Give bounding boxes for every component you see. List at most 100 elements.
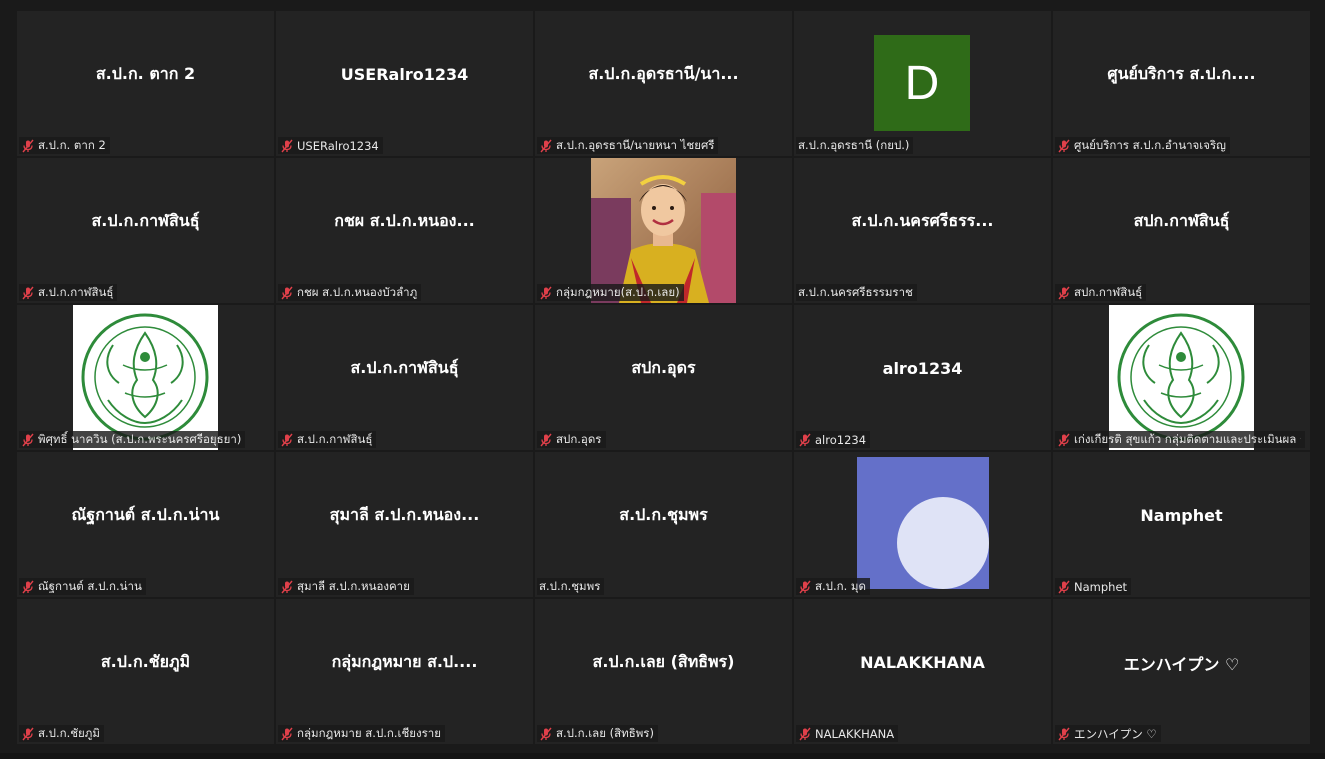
microphone-muted-icon [799, 727, 811, 740]
participant-name-text: สปก.กาฬสินธุ์ [1074, 284, 1143, 299]
participant-tile[interactable]: สุมาลี ส.ป.ก.หนอง... สุมาลี ส.ป.ก.หนองคาย [276, 452, 533, 597]
gallery-view: ส.ป.ก. ตาก 2 ส.ป.ก. ตาก 2 USERalro1234 USER… [0, 0, 1325, 759]
microphone-muted-icon [22, 727, 34, 740]
participant-name-label: ศูนย์บริการ ส.ป.ก.อำนาจเจริญ [1055, 137, 1230, 154]
participant-tile[interactable]: ส.ป.ก.เลย (สิทธิพร) ส.ป.ก.เลย (สิทธิพร) [535, 599, 792, 744]
participant-display-name: ศูนย์บริการ ส.ป.ก.... [1107, 64, 1256, 83]
participant-name-text: กลุ่มกฎหมาย(ส.ป.ก.เลย) [556, 284, 680, 299]
microphone-muted-icon [22, 286, 34, 299]
avatar: D [874, 35, 970, 131]
participant-display-name: กลุ่มกฎหมาย ส.ป.... [331, 652, 478, 671]
bottom-edge [0, 753, 1325, 759]
participant-name-label: Namphet [1055, 578, 1132, 595]
participant-name-text: USERalro1234 [297, 138, 379, 153]
microphone-muted-icon [22, 139, 34, 152]
participant-name-text: สุมาลี ส.ป.ก.หนองคาย [297, 578, 410, 593]
participant-name-label: NALAKKHANA [796, 725, 899, 742]
participant-name-label: ณัฐกานต์ ส.ป.ก.น่าน [19, 578, 146, 595]
participant-name-text: ส.ป.ก.อุดรธานี (กยป.) [798, 137, 910, 152]
participant-display-name: กชผ ส.ป.ก.หนอง... [334, 211, 475, 230]
profile-picture [857, 457, 989, 589]
participant-name-text: เก่งเกียรติ สุขแก้ว กลุ่มติดตามและประเมิ… [1074, 431, 1301, 446]
participant-display-name: ณัฐกานต์ ส.ป.ก.น่าน [71, 505, 220, 524]
microphone-muted-icon [1058, 286, 1070, 299]
participant-display-name: NALAKKHANA [860, 653, 985, 672]
participant-tile[interactable]: ส.ป.ก.ชัยภูมิ ส.ป.ก.ชัยภูมิ [17, 599, 274, 744]
participant-name-label: ส.ป.ก. มุด [796, 578, 870, 595]
participant-name-text: ณัฐกานต์ ส.ป.ก.น่าน [38, 578, 142, 593]
participant-name-text: กลุ่มกฎหมาย ส.ป.ก.เชียงราย [297, 725, 441, 740]
participant-tile[interactable]: D ส.ป.ก.อุดรธานี (กยป.) [794, 11, 1051, 156]
participant-tile[interactable]: USERalro1234 USERalro1234 [276, 11, 533, 156]
microphone-muted-icon [1058, 433, 1070, 446]
participant-tile[interactable]: เก่งเกียรติ สุขแก้ว กลุ่มติดตามและประเมิ… [1053, 305, 1310, 450]
profile-picture [591, 158, 736, 303]
participant-name-text: พิศุทธิ์ นาควิน (ส.ป.ก.พระนครศรีอยุธยา) [38, 431, 242, 446]
participant-display-name: Namphet [1140, 506, 1223, 525]
participant-name-label: エンハイプン ♡ [1055, 725, 1161, 742]
participant-name-text: ส.ป.ก. มุด [815, 578, 866, 593]
microphone-muted-icon [281, 727, 293, 740]
microphone-muted-icon [281, 286, 293, 299]
participant-name-text: alro1234 [815, 432, 867, 447]
participant-display-name: ส.ป.ก.อุดรธานี/นา... [588, 64, 739, 83]
microphone-muted-icon [281, 580, 293, 593]
participant-name-text: ส.ป.ก.อุดรธานี/นายหนา ไชยศรี [556, 137, 715, 152]
microphone-muted-icon [1058, 580, 1070, 593]
participant-tile[interactable]: ส.ป.ก.อุดรธานี/นา... ส.ป.ก.อุดรธานี/นายหน… [535, 11, 792, 156]
participant-name-label: ส.ป.ก.กาฬสินธุ์ [278, 431, 377, 448]
participant-display-name: สุมาลี ส.ป.ก.หนอง... [329, 505, 480, 524]
profile-picture-seal [73, 305, 218, 450]
participant-display-name: ส.ป.ก.กาฬสินธุ์ [350, 358, 459, 377]
participant-tile[interactable]: ส.ป.ก.นครศรีธรร... ส.ป.ก.นครศรีธรรมราช [794, 158, 1051, 303]
participant-name-label: สปก.กาฬสินธุ์ [1055, 284, 1147, 301]
participant-name-label: ส.ป.ก.กาฬสินธุ์ [19, 284, 118, 301]
participant-tile[interactable]: エンハイプン ♡ エンハイプン ♡ [1053, 599, 1310, 744]
participant-display-name: alro1234 [882, 359, 963, 378]
participant-name-label: กลุ่มกฎหมาย(ส.ป.ก.เลย) [537, 284, 684, 301]
participant-name-text: ส.ป.ก.กาฬสินธุ์ [38, 284, 114, 299]
participant-name-label: เก่งเกียรติ สุขแก้ว กลุ่มติดตามและประเมิ… [1055, 431, 1305, 448]
participant-name-text: สปก.อุดร [556, 431, 602, 446]
participant-name-text: ศูนย์บริการ ส.ป.ก.อำนาจเจริญ [1074, 137, 1226, 152]
participant-display-name: エンハイプン ♡ [1123, 654, 1240, 674]
participant-name-label: ส.ป.ก. ตาก 2 [19, 137, 110, 154]
participant-name-text: ส.ป.ก.กาฬสินธุ์ [297, 431, 373, 446]
microphone-muted-icon [540, 139, 552, 152]
participant-tile[interactable]: สปก.อุดร สปก.อุดร [535, 305, 792, 450]
participant-tile[interactable]: ส.ป.ก.กาฬสินธุ์ ส.ป.ก.กาฬสินธุ์ [276, 305, 533, 450]
participant-tile[interactable]: ส.ป.ก. มุด [794, 452, 1051, 597]
participant-name-text: กชผ ส.ป.ก.หนองบัวลำภู [297, 284, 418, 299]
participant-name-label: ส.ป.ก.อุดรธานี/นายหนา ไชยศรี [537, 137, 719, 154]
participant-name-label: ส.ป.ก.เลย (สิทธิพร) [537, 725, 658, 742]
participant-display-name: ส.ป.ก.ชุมพร [619, 505, 708, 524]
participant-tile[interactable]: ณัฐกานต์ ส.ป.ก.น่าน ณัฐกานต์ ส.ป.ก.น่าน [17, 452, 274, 597]
participant-tile[interactable]: alro1234 alro1234 [794, 305, 1051, 450]
participant-name-text: ส.ป.ก.ชัยภูมิ [38, 725, 100, 740]
participant-name-label: ส.ป.ก.อุดรธานี (กยป.) [796, 137, 914, 154]
microphone-muted-icon [281, 139, 293, 152]
participant-display-name: สปก.กาฬสินธุ์ [1133, 211, 1230, 230]
participant-tile[interactable]: สปก.กาฬสินธุ์ สปก.กาฬสินธุ์ [1053, 158, 1310, 303]
microphone-muted-icon [540, 433, 552, 446]
participant-tile[interactable]: กลุ่มกฎหมาย(ส.ป.ก.เลย) [535, 158, 792, 303]
participant-display-name: USERalro1234 [340, 65, 469, 84]
participant-tile[interactable]: กลุ่มกฎหมาย ส.ป.... กลุ่มกฎหมาย ส.ป.ก.เชี… [276, 599, 533, 744]
participant-name-text: ส.ป.ก.ชุมพร [539, 578, 601, 593]
participant-tile[interactable]: กชผ ส.ป.ก.หนอง... กชผ ส.ป.ก.หนองบัวลำภู [276, 158, 533, 303]
microphone-muted-icon [22, 433, 34, 446]
microphone-muted-icon [1058, 139, 1070, 152]
microphone-muted-icon [281, 433, 293, 446]
participant-tile[interactable]: NALAKKHANA NALAKKHANA [794, 599, 1051, 744]
participant-tile[interactable]: ส.ป.ก.กาฬสินธุ์ ส.ป.ก.กาฬสินธุ์ [17, 158, 274, 303]
participant-tile[interactable]: ส.ป.ก. ตาก 2 ส.ป.ก. ตาก 2 [17, 11, 274, 156]
participant-tile[interactable]: ส.ป.ก.ชุมพร ส.ป.ก.ชุมพร [535, 452, 792, 597]
participant-tile[interactable]: Namphet Namphet [1053, 452, 1310, 597]
participant-display-name: สปก.อุดร [631, 358, 696, 377]
microphone-muted-icon [799, 433, 811, 446]
participant-tile[interactable]: ศูนย์บริการ ส.ป.ก.... ศูนย์บริการ ส.ป.ก.อ… [1053, 11, 1310, 156]
participant-name-label: พิศุทธิ์ นาควิน (ส.ป.ก.พระนครศรีอยุธยา) [19, 431, 246, 448]
participant-name-label: ส.ป.ก.ชุมพร [537, 578, 605, 595]
participant-name-label: USERalro1234 [278, 137, 383, 154]
participant-tile[interactable]: พิศุทธิ์ นาควิน (ส.ป.ก.พระนครศรีอยุธยา) [17, 305, 274, 450]
